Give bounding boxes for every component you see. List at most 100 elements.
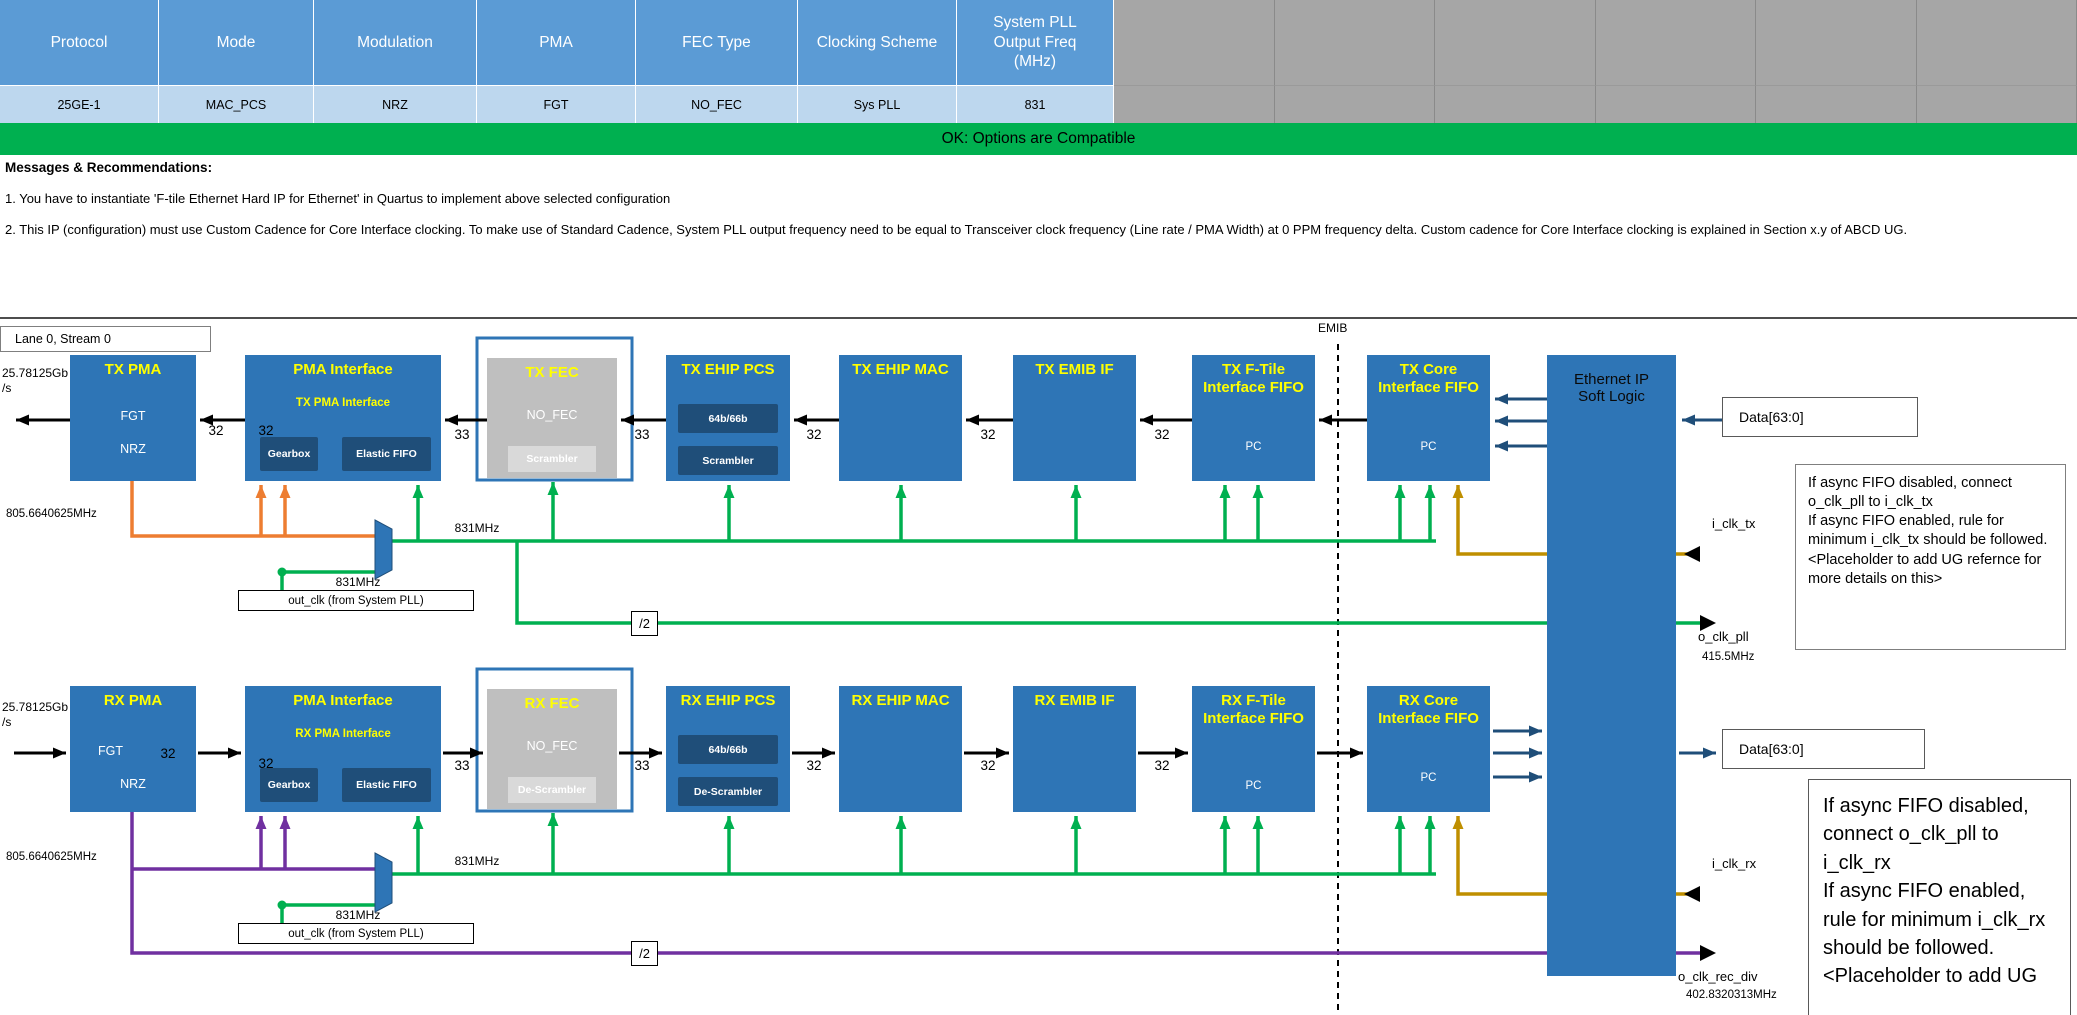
rx-ehip-pcs-title: RX EHIP PCS: [666, 686, 790, 710]
table-value-cell[interactable]: NO_FEC: [636, 86, 798, 123]
table-header-cell-empty: [1917, 0, 2077, 86]
table-value-cell-empty: [1756, 86, 1917, 123]
rx-descrambler-subblock: De-Scrambler: [678, 777, 778, 806]
rx-64b66b-subblock: 64b/66b: [678, 735, 778, 764]
tx-core-fifo-pc: PC: [1367, 441, 1490, 453]
rx-core-fifo-title: RX Core Interface FIFO: [1367, 686, 1490, 727]
table-header-cell: Protocol: [0, 0, 159, 86]
bus-width-label: 32: [966, 427, 1010, 442]
ethernet-ip-soft-logic-label: Ethernet IP Soft Logic: [1547, 355, 1676, 405]
table-value-cell[interactable]: 831: [957, 86, 1114, 123]
tx-pma-modulation: NRZ: [70, 442, 196, 456]
rx-fec-block: RX FEC NO_FEC De-Scrambler: [487, 689, 617, 809]
table-header-cell: Modulation: [314, 0, 477, 86]
bus-width-label: 32: [1140, 427, 1184, 442]
table-value-cell-empty: [1596, 86, 1757, 123]
bus-width-label: 32: [248, 756, 284, 771]
compatibility-status-bar: OK: Options are Compatible: [0, 123, 2077, 155]
tx-gearbox-subblock: Gearbox: [260, 437, 318, 471]
rx-ftile-fifo-block: RX F-Tile Interface FIFO PC: [1192, 686, 1315, 812]
rx-pma-title: RX PMA: [70, 686, 196, 710]
tx-emib-if-block: TX EMIB IF: [1013, 355, 1136, 481]
bus-width-label: 32: [248, 423, 284, 438]
tx-ehip-pcs-block: TX EHIP PCS 64b/66b Scrambler: [666, 355, 790, 481]
tx-831mhz-label: 831MHz: [445, 521, 509, 535]
table-header-cell: Clocking Scheme: [798, 0, 957, 86]
o-clk-pll-label: o_clk_pll: [1698, 629, 1784, 644]
rx-gearbox-subblock: Gearbox: [260, 768, 318, 802]
tx-ehip-pcs-title: TX EHIP PCS: [666, 355, 790, 379]
bus-width-label: 32: [1140, 758, 1184, 773]
i-clk-rx-label: i_clk_rx: [1712, 856, 1798, 871]
rx-pma-interface-block: PMA Interface RX PMA Interface Gearbox E…: [245, 686, 441, 812]
rx-fec-mode: NO_FEC: [487, 739, 617, 753]
table-header-cell: FEC Type: [636, 0, 798, 86]
rx-pma-clock-label: 805.6640625MHz: [6, 851, 131, 863]
bus-width-label: 33: [440, 758, 484, 773]
rx-async-fifo-note: If async FIFO disabled, connect o_clk_pl…: [1808, 779, 2071, 1015]
tx-pma-interface-subtitle: TX PMA Interface: [245, 397, 441, 409]
tx-fec-title: TX FEC: [487, 358, 617, 382]
bus-width-label: 33: [620, 427, 664, 442]
table-value-cell-empty: [1275, 86, 1436, 123]
rx-pma-modulation: NRZ: [70, 777, 196, 791]
table-value-cell[interactable]: Sys PLL: [798, 86, 957, 123]
bus-width-label: 32: [966, 758, 1010, 773]
table-value-cell[interactable]: NRZ: [314, 86, 477, 123]
tx-out-clk-box: out_clk (from System PLL): [238, 590, 474, 611]
rx-core-fifo-pc: PC: [1367, 772, 1490, 784]
tx-emib-if-title: TX EMIB IF: [1013, 355, 1136, 379]
o-clk-rec-div-freq-label: 402.8320313MHz: [1686, 989, 1816, 1001]
rx-ftile-fifo-title: RX F-Tile Interface FIFO: [1192, 686, 1315, 727]
rx-ehip-mac-block: RX EHIP MAC: [839, 686, 962, 812]
table-value-cell-empty: [1435, 86, 1596, 123]
bus-width-label: 32: [150, 746, 186, 761]
table-header-cell-empty: [1596, 0, 1757, 86]
table-header-cell: System PLL Output Freq (MHz): [957, 0, 1114, 86]
message-item: 2. This IP (configuration) must use Cust…: [5, 221, 2067, 240]
bus-width-label: 33: [440, 427, 484, 442]
tx-core-fifo-title: TX Core Interface FIFO: [1367, 355, 1490, 396]
config-table: ProtocolModeModulationPMAFEC TypeClockin…: [0, 0, 2077, 123]
ethernet-ip-soft-logic-block: Ethernet IP Soft Logic: [1547, 355, 1676, 976]
configuration-tool-page: ProtocolModeModulationPMAFEC TypeClockin…: [0, 0, 2077, 1015]
table-value-cell-empty: [1917, 86, 2077, 123]
table-header-cell-empty: [1756, 0, 1917, 86]
table-value-cell-empty: [1114, 86, 1275, 123]
bus-width-label: 33: [620, 758, 664, 773]
tx-pma-interface-block: PMA Interface TX PMA Interface Gearbox E…: [245, 355, 441, 481]
table-value-cell[interactable]: 25GE-1: [0, 86, 159, 123]
rx-fec-title: RX FEC: [487, 689, 617, 713]
tx-fec-scrambler-subblock: Scrambler: [508, 446, 596, 472]
rx-pma-interface-subtitle: RX PMA Interface: [245, 728, 441, 740]
tx-ehip-mac-block: TX EHIP MAC: [839, 355, 962, 481]
tx-ftile-fifo-title: TX F-Tile Interface FIFO: [1192, 355, 1315, 396]
rx-serial-rate-label: 25.78125Gb/s: [2, 700, 70, 730]
tx-async-fifo-note: If async FIFO disabled, connect o_clk_pl…: [1795, 464, 2066, 650]
i-clk-tx-label: i_clk_tx: [1712, 516, 1798, 531]
table-header-cell: Mode: [159, 0, 314, 86]
rx-ehip-pcs-block: RX EHIP PCS 64b/66b De-Scrambler: [666, 686, 790, 812]
rx-831mhz-mux-label: 831MHz: [326, 908, 390, 922]
rx-ehip-mac-title: RX EHIP MAC: [839, 686, 962, 710]
emib-label: EMIB: [1318, 321, 1362, 335]
messages-title: Messages & Recommendations:: [5, 160, 2067, 175]
rx-elastic-fifo-subblock: Elastic FIFO: [342, 768, 431, 802]
table-value-cell[interactable]: MAC_PCS: [159, 86, 314, 123]
rx-core-fifo-block: RX Core Interface FIFO PC: [1367, 686, 1490, 812]
tx-fec-block: TX FEC NO_FEC Scrambler: [487, 358, 617, 478]
tx-elastic-fifo-subblock: Elastic FIFO: [342, 437, 431, 471]
table-value-cell[interactable]: FGT: [477, 86, 636, 123]
rx-831mhz-label: 831MHz: [445, 854, 509, 868]
bus-width-label: 32: [792, 758, 836, 773]
rx-out-clk-box: out_clk (from System PLL): [238, 923, 474, 944]
table-header-cell: PMA: [477, 0, 636, 86]
tx-serial-rate-label: 25.78125Gb/s: [2, 366, 70, 396]
o-clk-pll-freq-label: 415.5MHz: [1702, 651, 1792, 663]
messages-section: Messages & Recommendations: 1. You have …: [5, 160, 2067, 252]
rx-emib-if-block: RX EMIB IF: [1013, 686, 1136, 812]
rx-pma-interface-title: PMA Interface: [245, 686, 441, 710]
bus-width-label: 32: [196, 423, 236, 438]
tx-pma-block: TX PMA FGT NRZ: [70, 355, 196, 481]
message-item: 1. You have to instantiate 'F-tile Ether…: [5, 190, 2067, 209]
